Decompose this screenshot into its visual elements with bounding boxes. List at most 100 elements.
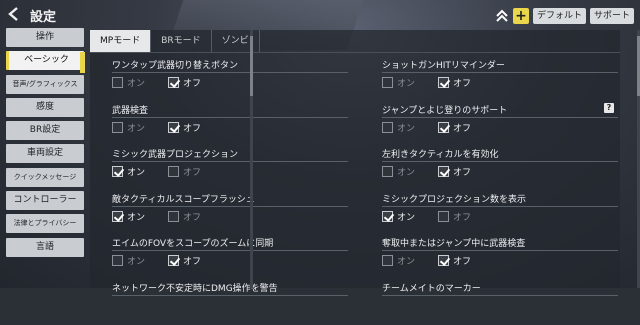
setting-label: ショットガンHITリマインダー — [382, 61, 505, 71]
option-off-label: オフ — [453, 257, 472, 267]
option-off[interactable]: オフ — [168, 165, 201, 178]
top-bar: 設定 + デフォルト サポート — [0, 0, 640, 30]
setting-row: ミシック武器プロジェクション オン オフ — [112, 147, 348, 191]
checkbox-on[interactable] — [382, 166, 393, 177]
setting-divider — [112, 72, 348, 73]
checkbox-off[interactable] — [438, 255, 449, 266]
setting-row: ミシックプロジェクション数を表示 オン オフ — [382, 192, 618, 236]
option-on-label: オン — [397, 123, 416, 134]
option-off[interactable]: オフ — [168, 210, 201, 223]
option-on[interactable]: オン — [382, 254, 415, 267]
option-off-label: オフ — [453, 212, 472, 223]
checkbox-off[interactable] — [168, 121, 179, 133]
setting-label: チームメイトのマーカー — [382, 283, 481, 294]
sidebar-item-basic[interactable]: ベーシック — [6, 51, 84, 71]
option-on[interactable]: オン — [112, 121, 145, 134]
checkbox-on[interactable] — [112, 255, 123, 266]
setting-row: ジャンプとよじ登りのサポート? オン オフ — [382, 102, 618, 147]
option-on-label: オン — [127, 79, 146, 89]
checkbox-off[interactable] — [438, 210, 449, 222]
sidebar-item-audio-graphics[interactable]: 音声/グラフィックス — [6, 74, 84, 94]
setting-row: ショットガンHITリマインダーオン オフ — [382, 58, 618, 102]
option-on[interactable]: オン — [382, 210, 415, 223]
option-off[interactable]: オフ — [438, 210, 471, 223]
option-off[interactable]: オフ — [168, 121, 201, 134]
setting-label: ワンタップ武器切り替えボタン — [112, 61, 239, 71]
option-on[interactable]: オン — [112, 165, 145, 178]
support-button[interactable]: サポート — [589, 8, 634, 24]
tab-divider — [90, 52, 620, 53]
setting-row: エイムのFOVをスコープのズームに同期 オン オフ — [112, 236, 348, 280]
sidebar-item-quick-message[interactable]: クイックメッセージ — [6, 167, 84, 187]
setting-divider — [112, 116, 348, 118]
setting-label: ジャンプとよじ登りのサポート — [382, 105, 508, 116]
setting-divider — [112, 161, 348, 162]
option-on[interactable]: オン — [112, 254, 145, 267]
option-off[interactable]: オフ — [438, 254, 471, 267]
checkbox-off[interactable] — [438, 77, 449, 88]
setting-divider — [112, 294, 348, 296]
top-right-controls: + デフォルト サポート — [495, 8, 634, 24]
option-off-label: オフ — [453, 79, 472, 89]
checkbox-on[interactable] — [382, 121, 393, 133]
option-off-label: オフ — [183, 168, 202, 178]
checkbox-off[interactable] — [438, 121, 449, 133]
option-on[interactable]: オン — [382, 76, 415, 89]
setting-divider — [382, 205, 618, 207]
back-arrow-icon[interactable] — [6, 6, 22, 22]
left-scrollbar-thumb[interactable] — [250, 36, 253, 96]
option-off-label: オフ — [183, 257, 202, 267]
option-off-label: オフ — [183, 212, 202, 223]
option-off-label: オフ — [453, 168, 472, 178]
default-button[interactable]: デフォルト — [532, 8, 586, 24]
setting-row: 奪取中またはジャンプ中に武器検査 オン オフ — [382, 236, 618, 280]
option-on[interactable]: オン — [382, 121, 415, 134]
setting-divider — [382, 294, 618, 296]
option-on-label: オン — [127, 257, 146, 267]
checkbox-off[interactable] — [168, 166, 179, 177]
option-on[interactable]: オン — [112, 76, 145, 89]
sidebar-item-br-settings[interactable]: BR設定 — [6, 121, 84, 141]
option-off[interactable]: オフ — [438, 121, 471, 134]
checkbox-on[interactable] — [112, 77, 123, 88]
sidebar-item-vehicle-settings[interactable]: 車両設定 — [6, 144, 84, 164]
chevron-rank-icon[interactable] — [495, 8, 509, 24]
sidebar-item-legal-privacy[interactable]: 法律とプライバシー — [6, 214, 84, 234]
checkbox-on[interactable] — [382, 255, 393, 266]
setting-row: ワンタップ武器切り替えボタンオン オフ — [112, 58, 348, 102]
setting-divider — [112, 205, 348, 207]
option-on[interactable]: オン — [112, 210, 145, 223]
tab-mp-mode[interactable]: MPモード — [90, 30, 152, 52]
option-off-label: オフ — [453, 123, 472, 134]
sidebar-item-sensitivity[interactable]: 感度 — [6, 97, 84, 117]
option-off[interactable]: オフ — [438, 165, 471, 178]
option-off[interactable]: オフ — [168, 76, 201, 89]
option-on-label: オン — [397, 168, 416, 178]
option-off[interactable]: オフ — [438, 76, 471, 89]
plus-button[interactable]: + — [512, 8, 529, 24]
checkbox-on[interactable] — [112, 210, 123, 222]
page-title: 設定 — [30, 10, 57, 25]
checkbox-on[interactable] — [112, 166, 123, 177]
sidebar-item-controls[interactable]: 操作 — [6, 28, 84, 47]
checkbox-on[interactable] — [382, 77, 393, 88]
option-on-label: オン — [397, 79, 416, 89]
checkbox-off[interactable] — [168, 210, 179, 222]
mode-tabs: MPモード BRモード ゾンビ — [90, 30, 260, 52]
checkbox-off[interactable] — [168, 255, 179, 266]
checkbox-on[interactable] — [382, 210, 393, 222]
help-icon[interactable]: ? — [604, 102, 614, 113]
checkbox-off[interactable] — [438, 166, 449, 177]
sidebar-item-language[interactable]: 言語 — [6, 237, 84, 257]
sidebar-item-controller[interactable]: コントローラー — [6, 191, 84, 211]
setting-label: 敵タクティカルスコープフラッシュ — [112, 194, 255, 205]
sidebar: 操作 ベーシック 音声/グラフィックス 感度 BR設定 車両設定 クイックメッセ… — [6, 28, 84, 261]
tab-br-mode[interactable]: BRモード — [151, 30, 212, 52]
checkbox-off[interactable] — [168, 77, 179, 88]
left-scrollbar[interactable] — [250, 30, 253, 288]
option-off[interactable]: オフ — [168, 254, 201, 267]
option-on-label: オン — [127, 212, 146, 223]
option-on-label: オン — [127, 168, 146, 178]
option-on[interactable]: オン — [382, 165, 415, 178]
checkbox-on[interactable] — [112, 121, 123, 133]
